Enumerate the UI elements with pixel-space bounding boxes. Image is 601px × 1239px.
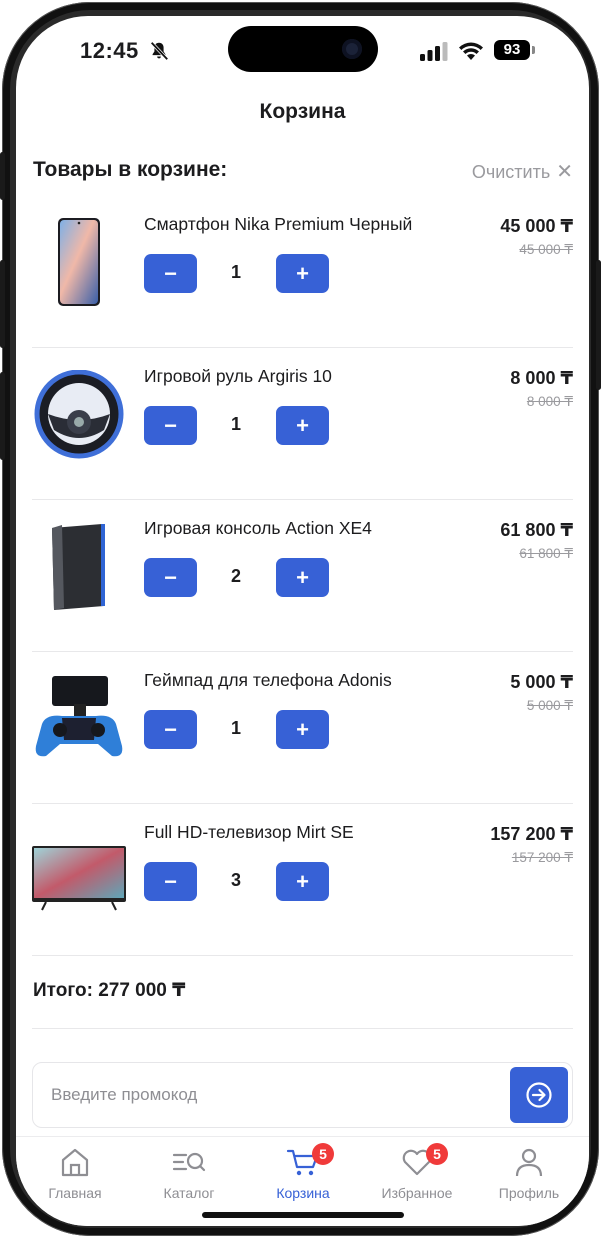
item-price: 8 000 ₸ xyxy=(510,368,573,388)
tab-label: Профиль xyxy=(498,1185,560,1201)
item-old-price: 157 200 ₸ xyxy=(511,850,573,865)
cart-item: Full HD-телевизор Mirt SE 157 200 ₸ 157 … xyxy=(16,804,589,956)
decrease-quantity-button[interactable]: − xyxy=(144,254,197,293)
cart-count-badge: 5 xyxy=(312,1143,334,1165)
item-name: Full HD-телевизор Mirt SE xyxy=(144,822,354,842)
tab-label: Каталог xyxy=(163,1185,215,1201)
increase-quantity-button[interactable]: + xyxy=(276,862,329,901)
decrease-quantity-button[interactable]: − xyxy=(144,406,197,445)
item-quantity: 1 xyxy=(230,414,241,434)
dynamic-island xyxy=(228,26,378,72)
increase-quantity-button[interactable]: + xyxy=(276,710,329,749)
tab-home[interactable]: Главная xyxy=(18,1137,132,1226)
item-old-price: 45 000 ₸ xyxy=(519,242,573,257)
item-price: 5 000 ₸ xyxy=(510,672,573,692)
volume-up-button xyxy=(0,260,5,348)
gamepad-icon xyxy=(35,676,123,757)
item-old-price: 8 000 ₸ xyxy=(526,394,573,409)
tab-label: Главная xyxy=(48,1185,102,1201)
item-name: Смартфон Nika Premium Черный xyxy=(144,214,413,234)
catalog-search-icon xyxy=(172,1152,206,1172)
item-divider xyxy=(32,955,573,956)
increase-quantity-button[interactable]: + xyxy=(276,558,329,597)
item-name: Игровая консоль Action XE4 xyxy=(144,518,372,538)
item-price: 45 000 ₸ xyxy=(500,216,573,236)
volume-down-button xyxy=(0,372,5,460)
power-button xyxy=(596,260,601,390)
item-old-price: 5 000 ₸ xyxy=(526,698,573,713)
status-time: 12:45 xyxy=(80,38,139,63)
home-icon xyxy=(61,1148,89,1177)
steering-wheel-icon xyxy=(34,370,124,459)
page-title: Корзина xyxy=(259,100,346,123)
item-quantity: 3 xyxy=(230,870,241,890)
cellular-signal-icon xyxy=(420,42,448,61)
promo-code-input[interactable] xyxy=(51,1063,471,1127)
item-price: 157 200 ₸ xyxy=(490,824,573,844)
close-icon: ✕ xyxy=(556,161,573,183)
cart-item: Геймпад для телефона Adonis 5 000 ₸ 5 00… xyxy=(16,652,589,804)
decrease-quantity-button[interactable]: − xyxy=(144,710,197,749)
item-price: 61 800 ₸ xyxy=(500,520,573,540)
tab-label: Избранное xyxy=(381,1185,453,1201)
cart-item: Смартфон Nika Premium Черный 45 000 ₸ 45… xyxy=(16,196,589,348)
total-divider xyxy=(32,1028,573,1029)
item-old-price: 61 800 ₸ xyxy=(519,546,573,561)
battery-tip xyxy=(532,46,535,54)
phone-frame: 12:45 93 Корзина Товары в корзине: Очист… xyxy=(0,2,601,1236)
clear-cart-button[interactable]: Очистить ✕ xyxy=(472,159,573,184)
battery-indicator: 93 xyxy=(494,40,530,60)
clear-cart-label: Очистить xyxy=(471,162,551,182)
increase-quantity-button[interactable]: + xyxy=(276,406,329,445)
item-quantity: 1 xyxy=(230,262,241,282)
arrow-right-circle-icon xyxy=(526,1082,552,1108)
silent-switch xyxy=(0,152,5,200)
tab-profile[interactable]: Профиль xyxy=(472,1137,586,1226)
tab-label: Корзина xyxy=(276,1185,330,1201)
item-name: Игровой руль Argiris 10 xyxy=(144,366,332,386)
user-icon xyxy=(515,1148,543,1177)
increase-quantity-button[interactable]: + xyxy=(276,254,329,293)
home-indicator xyxy=(202,1212,404,1218)
item-quantity: 2 xyxy=(230,566,241,586)
item-quantity: 1 xyxy=(230,718,241,738)
bell-muted-icon xyxy=(150,41,169,61)
camera-icon xyxy=(342,39,362,59)
decrease-quantity-button[interactable]: − xyxy=(144,862,197,901)
cart-item: Игровая консоль Action XE4 61 800 ₸ 61 8… xyxy=(16,500,589,652)
game-console-icon xyxy=(52,524,105,610)
cart-item: Игровой руль Argiris 10 8 000 ₸ 8 000 ₸ … xyxy=(16,348,589,500)
cart-section-title: Товары в корзине: xyxy=(33,158,228,181)
decrease-quantity-button[interactable]: − xyxy=(144,558,197,597)
promo-code-box xyxy=(32,1062,573,1128)
wifi-icon xyxy=(459,42,483,60)
cart-total: Итого: 277 000 ₸ xyxy=(33,980,186,1001)
app-screen: 12:45 93 Корзина Товары в корзине: Очист… xyxy=(16,16,589,1226)
smartphone-icon xyxy=(58,218,100,306)
tv-icon xyxy=(32,846,126,911)
favorites-count-badge: 5 xyxy=(426,1143,448,1165)
item-name: Геймпад для телефона Adonis xyxy=(144,670,392,690)
promo-submit-button[interactable] xyxy=(510,1067,568,1123)
